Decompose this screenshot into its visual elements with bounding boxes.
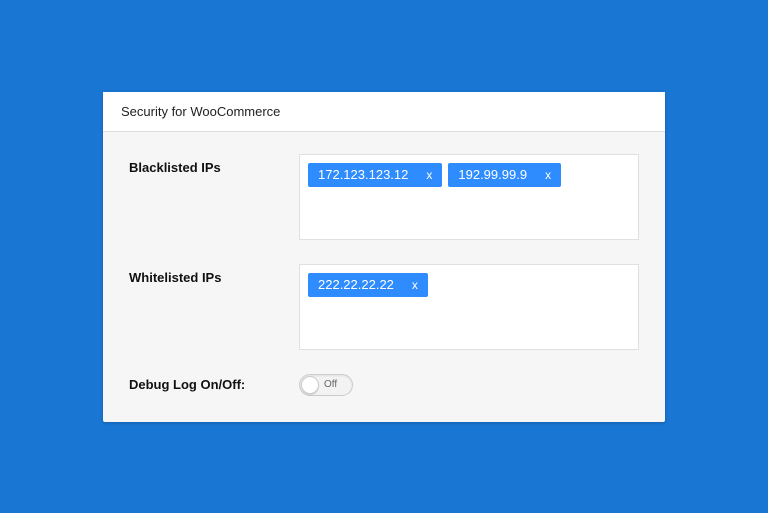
toggle-state-text: Off (324, 379, 337, 390)
ip-tag: 172.123.123.12 x (308, 163, 442, 187)
blacklist-label: Blacklisted IPs (129, 154, 299, 240)
whitelist-row: Whitelisted IPs 222.22.22.22 x (129, 264, 639, 350)
ip-tag-text: 222.22.22.22 (318, 276, 394, 294)
ip-tag-text: 172.123.123.12 (318, 166, 408, 184)
blacklist-row: Blacklisted IPs 172.123.123.12 x 192.99.… (129, 154, 639, 240)
debug-label: Debug Log On/Off: (129, 377, 299, 392)
remove-icon[interactable]: x (422, 166, 436, 184)
remove-icon[interactable]: x (408, 276, 422, 294)
whitelist-label: Whitelisted IPs (129, 264, 299, 350)
debug-row: Debug Log On/Off: Off (129, 374, 639, 396)
remove-icon[interactable]: x (541, 166, 555, 184)
ip-tag: 192.99.99.9 x (448, 163, 561, 187)
blacklist-input[interactable]: 172.123.123.12 x 192.99.99.9 x (299, 154, 639, 240)
ip-tag: 222.22.22.22 x (308, 273, 428, 297)
panel-title: Security for WooCommerce (103, 92, 665, 132)
debug-toggle[interactable]: Off (299, 374, 353, 396)
toggle-knob (301, 376, 319, 394)
settings-panel: Security for WooCommerce Blacklisted IPs… (103, 92, 665, 422)
panel-body: Blacklisted IPs 172.123.123.12 x 192.99.… (103, 132, 665, 422)
whitelist-input[interactable]: 222.22.22.22 x (299, 264, 639, 350)
ip-tag-text: 192.99.99.9 (458, 166, 527, 184)
